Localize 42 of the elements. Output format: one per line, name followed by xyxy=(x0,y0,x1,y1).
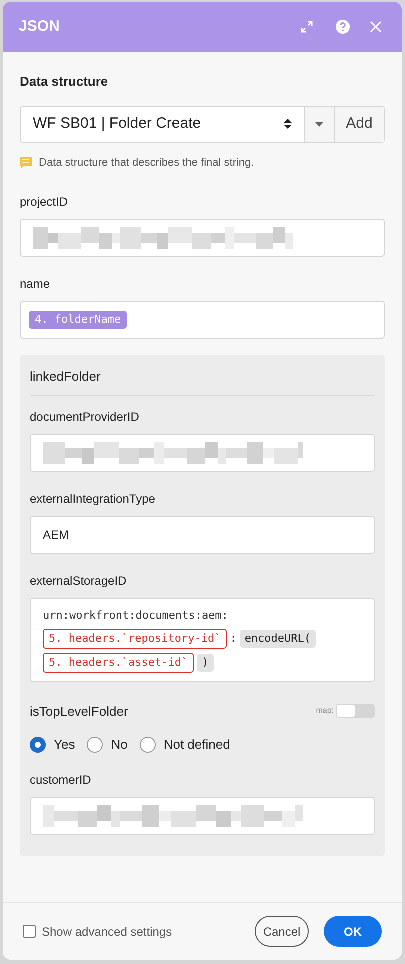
close-icon[interactable] xyxy=(370,21,382,33)
input-field[interactable]: AEM xyxy=(30,516,375,554)
cancel-button[interactable]: Cancel xyxy=(255,916,309,947)
help-icon[interactable] xyxy=(336,20,350,34)
radio-label: Not defined xyxy=(164,736,230,754)
field-label: name xyxy=(20,277,52,292)
comment-icon xyxy=(20,156,32,169)
field-label: isTopLevelFolder xyxy=(30,702,130,721)
radio-label: Yes xyxy=(54,736,76,754)
caret-icon xyxy=(315,122,324,126)
dropdown-button[interactable] xyxy=(305,106,335,142)
radio-label: No xyxy=(111,736,128,754)
radio-button[interactable] xyxy=(140,736,156,753)
error-token: 5. headers.`asset-id` xyxy=(43,652,194,672)
input-field[interactable] xyxy=(30,796,375,834)
field-label: Data structure xyxy=(20,73,110,91)
radio-button[interactable] xyxy=(87,736,104,753)
group-title: linkedFolder xyxy=(30,367,375,396)
sort-arrows-icon xyxy=(284,118,292,130)
field-label: documentProviderID xyxy=(30,410,140,424)
function-token: encodeURL( xyxy=(240,630,316,648)
expand-icon[interactable] xyxy=(300,20,314,34)
map-label: map: xyxy=(316,705,334,718)
template-text: urn:workfront:documents:aem: xyxy=(43,608,228,624)
checkbox[interactable] xyxy=(23,925,36,938)
add-button[interactable]: Add xyxy=(335,106,384,142)
radio-button[interactable] xyxy=(30,736,46,753)
error-token: 5. headers.`repository-id` xyxy=(43,628,228,648)
ok-button[interactable]: OK xyxy=(324,916,382,947)
function-token: ) xyxy=(197,654,214,672)
field-label: projectID xyxy=(20,195,70,210)
input-field[interactable]: urn:workfront:documents:aem: 5. headers.`repository-id` : encodeURL( 5. headers.`asset-id` ) xyxy=(30,598,375,682)
field-label: customerID xyxy=(30,772,92,788)
input-field[interactable] xyxy=(30,434,375,472)
checkbox-label: Show advanced settings xyxy=(42,924,172,940)
template-text: : xyxy=(230,630,237,646)
input-field[interactable] xyxy=(20,219,385,257)
map-toggle[interactable] xyxy=(336,704,375,718)
field-label: externalStorageID xyxy=(30,574,128,588)
hint-text: Data structure that describes the final string. xyxy=(39,156,254,170)
window-title: JSON xyxy=(19,16,61,37)
field-label: externalIntegrationType xyxy=(30,492,156,506)
